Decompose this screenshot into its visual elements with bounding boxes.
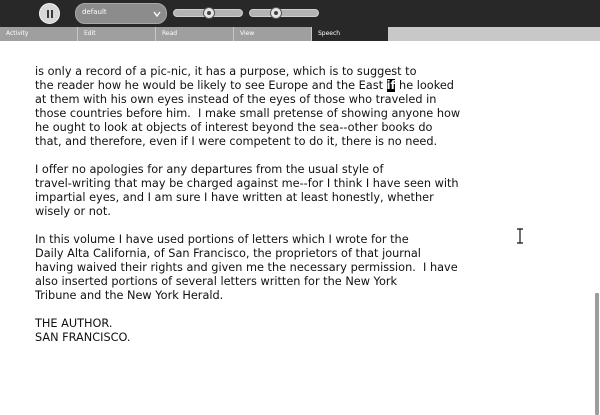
text-line: wisely or not. — [35, 205, 111, 218]
text-line: those countries before him. I make small… — [35, 107, 461, 120]
text-line: also inserted portions of several letter… — [35, 275, 398, 288]
tab-bar: Activity Edit Read View Speech — [0, 27, 600, 41]
scrollbar-thumb[interactable] — [595, 293, 599, 415]
text-line: impartial eyes, and I am sure I have wri… — [35, 191, 434, 204]
text-segment: the reader how he would be likely to see… — [35, 79, 387, 92]
text-line: he ought to look at objects of interest … — [35, 121, 433, 134]
voice-select[interactable]: default — [75, 3, 167, 24]
text-line: having waived their rights and given me … — [35, 261, 458, 274]
chevron-down-icon — [153, 11, 161, 18]
text-line: Daily Alta California, of San Francisco,… — [35, 247, 421, 260]
tab-view[interactable]: View — [234, 27, 312, 41]
text-line: SAN FRANCISCO. — [35, 331, 131, 344]
rate-slider[interactable] — [249, 7, 319, 19]
paragraph: In this volume I have used portions of l… — [35, 233, 505, 303]
text-line: that, and therefore, even if I were comp… — [35, 135, 438, 148]
paragraph: I offer no apologies for any departures … — [35, 163, 505, 219]
vertical-scrollbar[interactable] — [594, 41, 600, 415]
text-segment: he looked — [395, 79, 454, 92]
text-line: In this volume I have used portions of l… — [35, 233, 409, 246]
pitch-slider[interactable] — [173, 7, 243, 19]
text-line: travel-writing that may be charged again… — [35, 177, 459, 190]
voice-select-value: default — [82, 8, 107, 16]
text-line: at them with his own eyes instead of the… — [35, 93, 437, 106]
paragraph: THE AUTHOR. SAN FRANCISCO. — [35, 317, 505, 345]
text-line: THE AUTHOR. — [35, 317, 113, 330]
text-line: Tribune and the New York Herald. — [35, 289, 224, 302]
tab-read[interactable]: Read — [156, 27, 234, 41]
i-beam-cursor-icon — [517, 228, 523, 244]
text-line: is only a record of a pic-nic, it has a … — [35, 65, 417, 78]
paragraph: is only a record of a pic-nic, it has a … — [35, 65, 505, 149]
tab-edit[interactable]: Edit — [78, 27, 156, 41]
pitch-slider-knob[interactable] — [203, 7, 215, 19]
text-line: I offer no apologies for any departures … — [35, 163, 384, 176]
toolbar: default — [0, 0, 600, 27]
document-text[interactable]: is only a record of a pic-nic, it has a … — [35, 65, 505, 359]
text-line: the reader how he would be likely to see… — [35, 79, 505, 93]
tab-speech[interactable]: Speech — [312, 27, 389, 41]
rate-slider-knob[interactable] — [270, 7, 282, 19]
tab-activity[interactable]: Activity — [0, 27, 78, 41]
pause-button[interactable] — [39, 3, 60, 24]
